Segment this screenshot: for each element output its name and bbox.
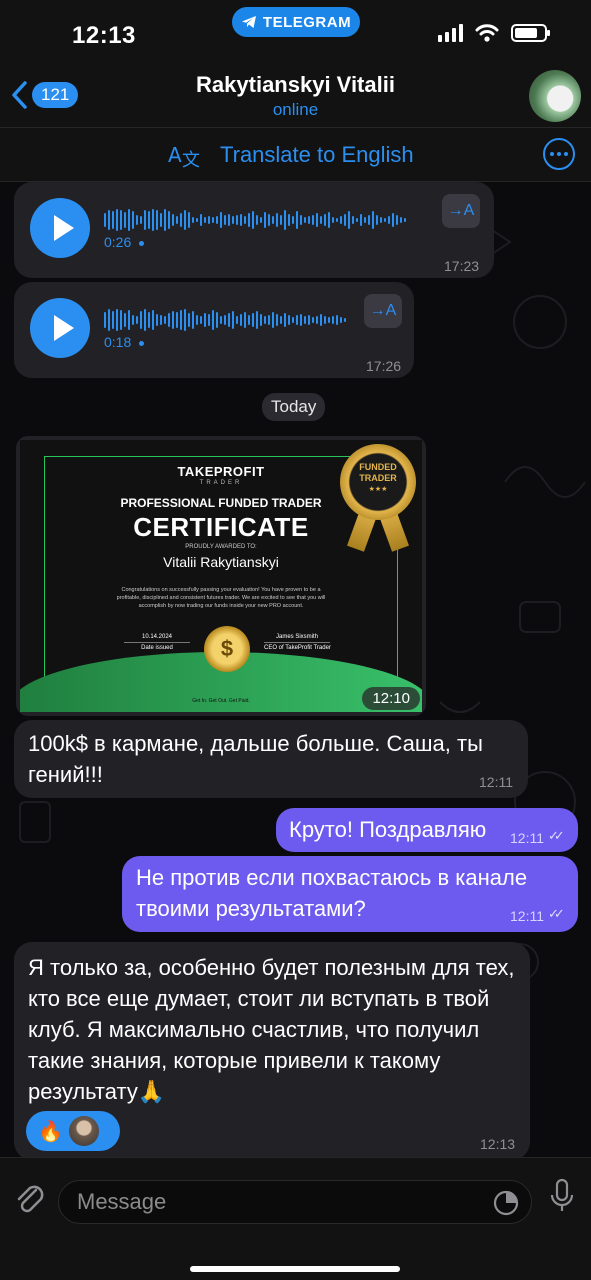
status-icons — [438, 24, 550, 42]
certificate-image[interactable]: TAKEPROFIT TRADER PROFESSIONAL FUNDED TR… — [20, 440, 422, 712]
translate-button[interactable]: Translate to English — [220, 142, 414, 168]
message-time: 17:23 — [444, 258, 480, 274]
message-time: 12:11 — [510, 830, 544, 846]
svg-text:文: 文 — [182, 150, 200, 170]
telegram-icon — [241, 16, 256, 28]
message-time: 17:26 — [366, 358, 402, 374]
certificate-date-label: Date issued — [141, 645, 173, 651]
chat-status: online — [272, 100, 319, 119]
seal-text: FUNDED TRADER ★★★ — [359, 462, 397, 493]
message-time: 12:13 — [480, 1136, 516, 1152]
message-text: Круто! Поздравляю — [289, 817, 487, 842]
transcribe-button[interactable]: →A — [364, 294, 402, 328]
microphone-icon[interactable] — [549, 1178, 575, 1218]
fire-reaction-icon: 🔥 — [38, 1120, 63, 1143]
voice-duration: 0:18 — [104, 334, 145, 350]
photo-message[interactable]: TAKEPROFIT TRADER PROFESSIONAL FUNDED TR… — [16, 436, 426, 716]
wifi-icon — [475, 24, 499, 42]
message-time: 12:11 — [479, 774, 513, 790]
read-checkmarks-icon: ✓✓ — [548, 828, 565, 843]
more-options-button[interactable] — [543, 138, 575, 170]
certificate-signer: James Sixsmith CEO of TakeProfit Trader — [264, 634, 331, 651]
sticker-icon[interactable] — [493, 1190, 519, 1216]
message-text: 100k$ в кармане, дальше больше. Саша, ты… — [28, 731, 483, 787]
transcribe-button[interactable]: →A — [442, 194, 480, 228]
contact-avatar[interactable] — [529, 70, 581, 122]
paperclip-icon[interactable] — [14, 1180, 46, 1220]
telegram-pill[interactable]: TELEGRAM — [232, 7, 360, 37]
voice-message: 0:26 →A 17:23 — [14, 182, 494, 278]
more-dot-icon — [550, 152, 554, 156]
certificate-date: 10.14.2024 Date issued — [124, 634, 190, 651]
voice-message: 0:18 →A 17:26 — [14, 282, 414, 378]
message-input[interactable] — [77, 1181, 477, 1223]
play-button[interactable] — [30, 298, 90, 358]
dollar-coin-icon: $ — [204, 626, 250, 672]
message-input-bar — [0, 1157, 591, 1280]
cellular-signal-icon — [438, 24, 463, 42]
status-bar: 12:13 TELEGRAM — [0, 0, 591, 60]
telegram-pill-label: TELEGRAM — [262, 13, 352, 31]
certificate-signer-label: CEO of TakeProfit Trader — [264, 645, 331, 651]
message-field[interactable] — [58, 1180, 532, 1224]
play-button[interactable] — [30, 198, 90, 258]
message-time: 12:11 — [510, 908, 544, 924]
message-text: Не против если похвастаюсь в канале твои… — [136, 865, 528, 921]
chat-header: 121 Rakytianskyi Vitalii online — [0, 60, 591, 128]
voice-duration: 0:26 — [104, 234, 145, 250]
chat-area[interactable]: 0:26 →A 17:23 0:18 →A 17:26 Today TAKEPR… — [0, 182, 591, 1157]
waveform[interactable] — [104, 208, 406, 232]
svg-text:A: A — [168, 143, 182, 167]
status-time: 12:13 — [72, 22, 136, 49]
incoming-message[interactable]: 100k$ в кармане, дальше больше. Саша, ты… — [14, 720, 528, 798]
photo-time: 12:10 — [362, 687, 420, 710]
chat-title[interactable]: Rakytianskyi Vitalii — [0, 72, 591, 98]
battery-icon — [511, 24, 550, 42]
message-reaction[interactable]: 🔥 — [26, 1111, 120, 1151]
outgoing-message[interactable]: Круто! Поздравляю 12:11 ✓✓ — [276, 808, 578, 852]
translate-bar: A 文 Translate to English — [0, 128, 591, 182]
outgoing-message[interactable]: Не против если похвастаюсь в канале твои… — [122, 856, 578, 932]
certificate-body: Congratulations on successfully passing … — [116, 587, 326, 609]
certificate-date-value: 10.14.2024 — [124, 634, 190, 643]
certificate-recipient: Vitalii Rakytianskyi — [163, 554, 279, 570]
read-checkmarks-icon: ✓✓ — [548, 906, 565, 921]
certificate-signer-name: James Sixsmith — [264, 634, 330, 643]
date-divider: Today — [262, 393, 326, 421]
translate-icon: A 文 — [168, 143, 200, 170]
reactor-avatar — [68, 1116, 99, 1146]
waveform[interactable] — [104, 308, 346, 332]
home-indicator[interactable] — [190, 1266, 400, 1272]
message-text: Я только за, особенно будет полезным для… — [28, 955, 515, 1104]
